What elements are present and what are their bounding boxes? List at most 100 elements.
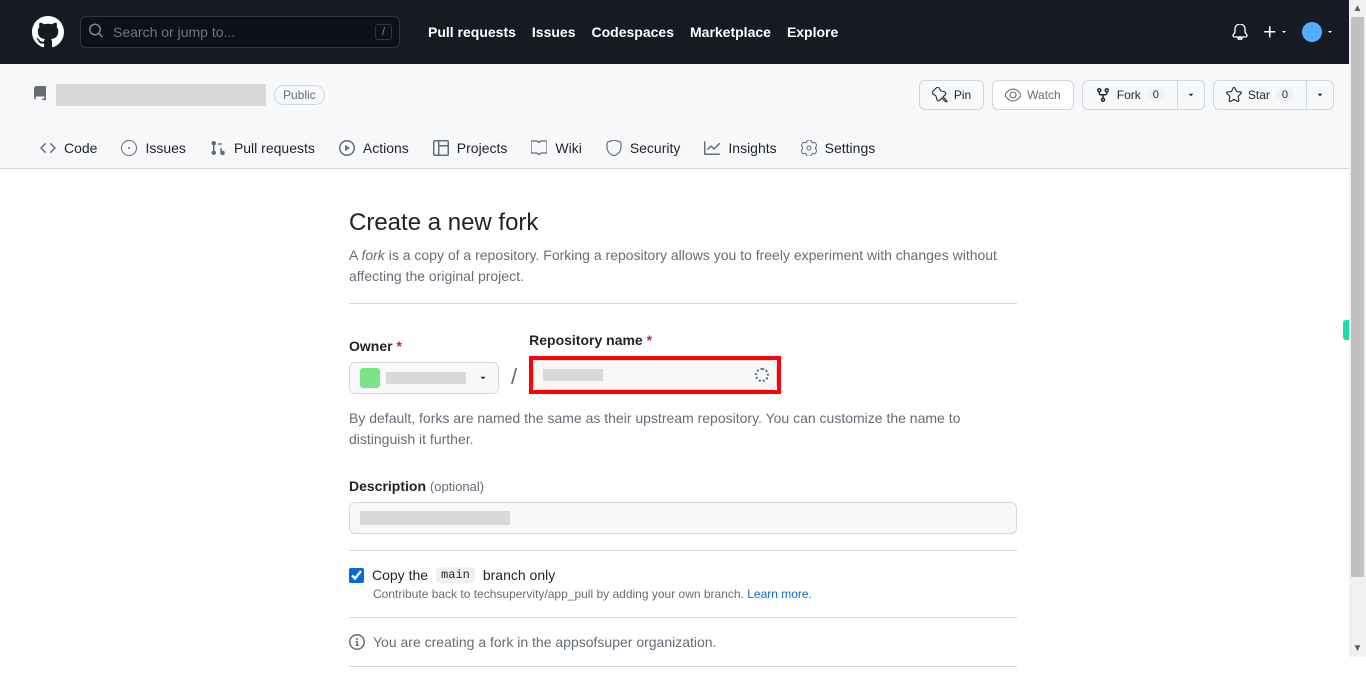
tab-projects-label: Projects [457, 140, 508, 156]
owner-field-group: Owner * [349, 338, 499, 394]
scrollbar-track[interactable]: ▲ ▼ [1349, 0, 1366, 657]
tab-code[interactable]: Code [32, 130, 105, 168]
description-field: Description (optional) [349, 478, 1017, 534]
divider [349, 617, 1017, 618]
notifications-icon[interactable] [1232, 24, 1248, 40]
repo-tabs: Code Issues Pull requests Actions Projec… [32, 130, 1334, 168]
pr-icon [210, 140, 226, 156]
description-label: Description (optional) [349, 478, 484, 494]
repo-icon [32, 86, 48, 105]
nav-issues[interactable]: Issues [532, 24, 576, 40]
info-row: You are creating a fork in the appsofsup… [349, 634, 1017, 650]
fork-icon [1095, 87, 1111, 103]
repo-header: Public Pin Watch Fork 0 [0, 64, 1366, 169]
wiki-icon [531, 140, 547, 156]
divider [349, 666, 1017, 667]
desc-fork-em: fork [361, 247, 384, 263]
required-asterisk: * [647, 332, 652, 348]
repo-name-highlight-box [529, 356, 781, 394]
main-content: Create a new fork A fork is a copy of a … [333, 209, 1033, 667]
divider [349, 303, 1017, 304]
learn-more-link[interactable]: Learn more. [747, 587, 812, 601]
chevron-down-icon [478, 373, 488, 383]
divider [349, 550, 1017, 551]
repo-name-value-placeholder [543, 369, 603, 381]
owner-select[interactable] [349, 362, 499, 394]
branch-pill: main [436, 567, 475, 583]
tab-insights-label: Insights [728, 140, 776, 156]
reponame-helper: By default, forks are named the same as … [349, 408, 1017, 450]
avatar [1302, 22, 1322, 42]
header-right [1232, 22, 1334, 42]
tab-issues-label: Issues [145, 140, 185, 156]
graph-icon [704, 140, 720, 156]
required-asterisk: * [396, 338, 401, 354]
description-input[interactable] [349, 502, 1017, 534]
nav-explore[interactable]: Explore [787, 24, 838, 40]
pin-button[interactable]: Pin [919, 80, 984, 110]
public-badge: Public [274, 85, 325, 105]
user-avatar-menu[interactable] [1302, 22, 1334, 42]
copy-suffix: branch only [483, 567, 555, 583]
tab-actions-label: Actions [363, 140, 409, 156]
eye-icon [1005, 87, 1021, 103]
star-icon [1226, 87, 1242, 103]
tab-settings[interactable]: Settings [793, 130, 884, 168]
tab-insights[interactable]: Insights [696, 130, 784, 168]
copy-branch-row: Copy the main branch only [349, 567, 1017, 583]
scrollbar-up-button[interactable]: ▲ [1349, 0, 1366, 17]
tab-wiki[interactable]: Wiki [523, 130, 589, 168]
owner-label-text: Owner [349, 338, 393, 354]
owner-name-placeholder [386, 372, 466, 384]
tab-projects[interactable]: Projects [425, 130, 516, 168]
description-value-placeholder [360, 511, 510, 525]
desc-suffix: is a copy of a repository. Forking a rep… [349, 247, 997, 284]
github-logo[interactable] [32, 16, 64, 48]
tab-security-label: Security [630, 140, 681, 156]
fork-caret-button[interactable] [1178, 80, 1205, 110]
loading-spinner-icon [755, 368, 769, 382]
top-header: / Pull requests Issues Codespaces Market… [0, 0, 1366, 64]
info-icon [349, 634, 365, 650]
slash-separator: / [507, 364, 521, 394]
issues-icon [121, 140, 137, 156]
watch-label: Watch [1027, 88, 1061, 102]
side-indicator [1343, 320, 1349, 340]
owner-label: Owner * [349, 338, 499, 354]
owner-repo-row: Owner * / Repository name * [349, 332, 1017, 394]
tab-settings-label: Settings [825, 140, 876, 156]
scrollbar-down-button[interactable]: ▼ [1349, 640, 1366, 657]
fork-button[interactable]: Fork 0 [1082, 80, 1178, 110]
copy-branch-checkbox[interactable] [349, 568, 364, 583]
star-caret-button[interactable] [1307, 80, 1334, 110]
create-new-button[interactable] [1262, 24, 1288, 40]
slash-hint-icon: / [375, 24, 392, 40]
tab-wiki-label: Wiki [555, 140, 581, 156]
tab-issues[interactable]: Issues [113, 130, 193, 168]
fork-button-group: Fork 0 [1082, 80, 1205, 110]
owner-avatar [360, 368, 380, 388]
tab-pull-requests[interactable]: Pull requests [202, 130, 323, 168]
search-input[interactable] [80, 16, 400, 48]
desc-prefix: A [349, 247, 361, 263]
star-button[interactable]: Star 0 [1213, 80, 1307, 110]
code-icon [40, 140, 56, 156]
watch-button[interactable]: Watch [992, 80, 1074, 110]
tab-security[interactable]: Security [598, 130, 689, 168]
pin-icon [932, 87, 948, 103]
repo-title-row: Public Pin Watch Fork 0 [32, 80, 1334, 110]
repo-name-placeholder [56, 84, 266, 106]
scrollbar-thumb[interactable] [1351, 17, 1364, 577]
chevron-down-icon [1186, 90, 1196, 100]
search-box: / [80, 16, 400, 48]
gear-icon [801, 140, 817, 156]
tab-actions[interactable]: Actions [331, 130, 417, 168]
chevron-down-icon [1315, 90, 1325, 100]
search-icon [88, 23, 104, 42]
nav-pull-requests[interactable]: Pull requests [428, 24, 516, 40]
tab-pr-label: Pull requests [234, 140, 315, 156]
header-nav: Pull requests Issues Codespaces Marketpl… [428, 24, 838, 40]
shield-icon [606, 140, 622, 156]
nav-codespaces[interactable]: Codespaces [592, 24, 674, 40]
nav-marketplace[interactable]: Marketplace [690, 24, 771, 40]
